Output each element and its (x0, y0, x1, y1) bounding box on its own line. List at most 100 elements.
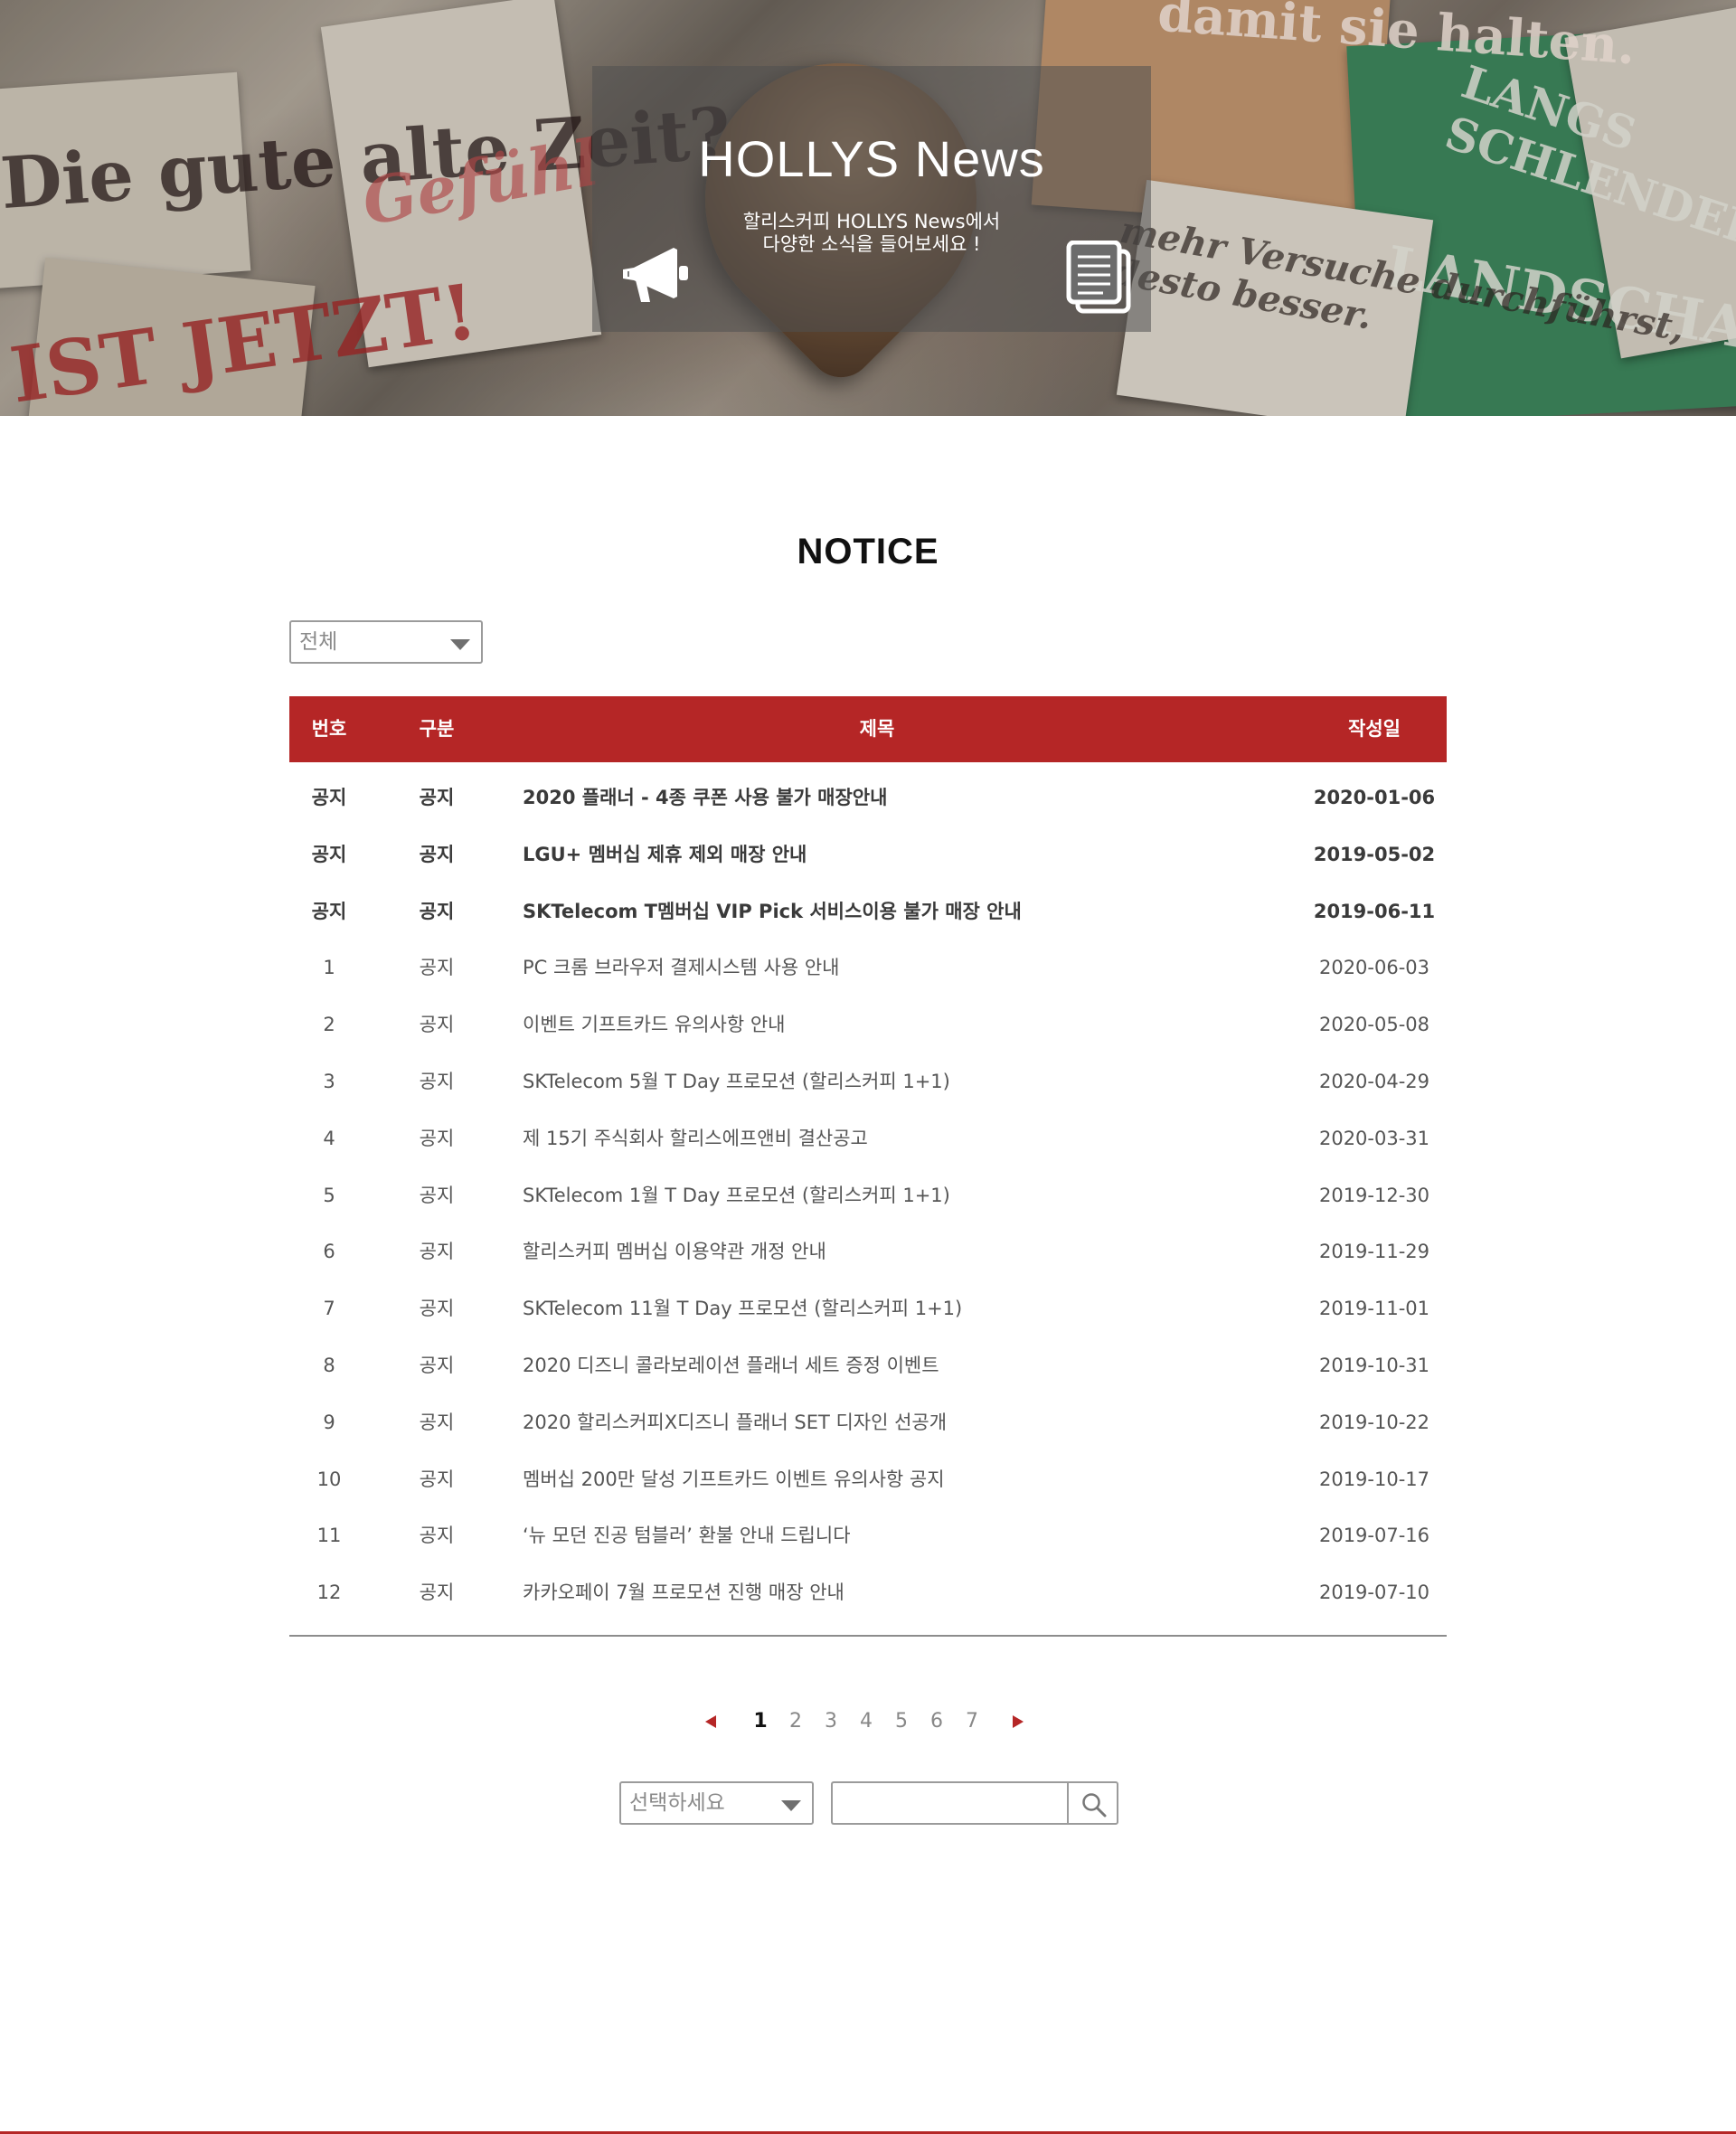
table-row[interactable]: 9 공지 2020 할리스커피X디즈니 플래너 SET 디자인 선공개 2019-10… (289, 1394, 1447, 1451)
row-date: 2019-10-17 (1318, 1468, 1430, 1490)
table-row[interactable]: 11 공지 ‘뉴 모던 진공 텀블러’ 환불 안내 드립니다 2019-07-16 (289, 1507, 1447, 1564)
row-category: 공지 (419, 1014, 455, 1036)
page-link[interactable]: 2 (784, 1709, 807, 1734)
table-row[interactable]: 1 공지 PC 크롬 브라우저 결제시스템 사용 안내 2020-06-03 (289, 940, 1447, 996)
column-header-date: 작성일 (1348, 718, 1401, 740)
row-category: 공지 (419, 1127, 455, 1149)
search-button[interactable] (1067, 1781, 1118, 1825)
table-row[interactable]: 12 공지 카카오페이 7월 프로모션 진행 매장 안내 2019-07-10 (289, 1564, 1447, 1621)
row-number: 3 (323, 1070, 335, 1092)
row-title-link[interactable]: SKTelecom 11월 T Day 프로모션 (할리스커피 1+1) (523, 1280, 962, 1337)
triangle-right-icon[interactable] (1013, 1715, 1024, 1728)
row-title-link[interactable]: 2020 디즈니 콜라보레이션 플래너 세트 증정 이벤트 (523, 1337, 939, 1394)
row-category: 공지 (419, 900, 455, 922)
row-date: 2019-10-31 (1318, 1354, 1430, 1376)
row-date: 2020-05-08 (1318, 1014, 1430, 1036)
row-date: 2020-01-06 (1313, 787, 1436, 808)
row-date: 2019-11-29 (1318, 1241, 1430, 1263)
table-row[interactable]: 10 공지 멤버십 200만 달성 기프트카드 이벤트 유의사항 공지 2019-10… (289, 1451, 1447, 1508)
row-category: 공지 (419, 843, 455, 865)
row-date: 2019-05-02 (1313, 843, 1436, 865)
table-row[interactable]: 5 공지 SKTelecom 1월 T Day 프로모션 (할리스커피 1+1) 20… (289, 1167, 1447, 1224)
page-link[interactable]: 6 (925, 1709, 948, 1734)
table-row[interactable]: 7 공지 SKTelecom 11월 T Day 프로모션 (할리스커피 1+1) 2… (289, 1280, 1447, 1337)
column-header-title: 제목 (859, 718, 895, 740)
row-category: 공지 (419, 1525, 455, 1547)
row-number: 4 (323, 1127, 335, 1149)
pinned-notice-row[interactable]: 공지 공지 2020 플래너 - 4종 쿠폰 사용 불가 매장안내 2020-01-0… (289, 770, 1447, 826)
row-date: 2019-07-16 (1318, 1525, 1430, 1547)
row-category: 공지 (419, 1354, 455, 1376)
page-link[interactable]: 1 (749, 1709, 772, 1734)
row-title-link[interactable]: 할리스커피 멤버십 이용약관 개정 안내 (523, 1223, 826, 1280)
hero-banner: Die gute alte Zeit? IST JETZT! Gefühl da… (0, 0, 1736, 416)
row-category: 공지 (419, 1411, 455, 1433)
magnifier-icon (1082, 1793, 1107, 1818)
search-select-placeholder: 선택하세요 (629, 1791, 725, 1815)
row-number: 5 (323, 1184, 335, 1206)
row-number: 10 (316, 1468, 342, 1490)
row-category: 공지 (419, 1298, 455, 1320)
row-date: 2019-12-30 (1318, 1184, 1430, 1206)
megaphone-icon (619, 242, 692, 307)
row-date: 2019-06-11 (1313, 900, 1436, 922)
pinned-notice-row[interactable]: 공지 공지 SKTelecom T멤버십 VIP Pick 서비스이용 불가 매장 … (289, 883, 1447, 940)
filter-selected-value: 전체 (299, 630, 338, 654)
page-link[interactable]: 7 (960, 1709, 984, 1734)
table-row[interactable]: 4 공지 제 15기 주식회사 할리스에프앤비 결산공고 2020-03-31 (289, 1110, 1447, 1167)
table-header: 번호 구분 제목 작성일 (289, 696, 1447, 762)
search-type-select[interactable]: 선택하세요 (619, 1781, 814, 1825)
row-title-link[interactable]: LGU+ 멤버십 제휴 제외 매장 안내 (523, 826, 807, 883)
row-category: 공지 (419, 787, 455, 808)
row-title-link[interactable]: SKTelecom 5월 T Day 프로모션 (할리스커피 1+1) (523, 1053, 950, 1110)
table-row[interactable]: 6 공지 할리스커피 멤버십 이용약관 개정 안내 2019-11-29 (289, 1223, 1447, 1280)
row-date: 2019-07-10 (1318, 1582, 1430, 1604)
column-header-category: 구분 (419, 718, 455, 740)
row-number: 공지 (311, 843, 347, 865)
row-title-link[interactable]: ‘뉴 모던 진공 텀블러’ 환불 안내 드립니다 (523, 1507, 851, 1564)
row-title-link[interactable]: 제 15기 주식회사 할리스에프앤비 결산공고 (523, 1110, 868, 1167)
row-title-link[interactable]: PC 크롬 브라우저 결제시스템 사용 안내 (523, 940, 840, 996)
row-number: 9 (323, 1411, 335, 1433)
table-row[interactable]: 3 공지 SKTelecom 5월 T Day 프로모션 (할리스커피 1+1) 20… (289, 1053, 1447, 1110)
row-title-link[interactable]: 카카오페이 7월 프로모션 진행 매장 안내 (523, 1564, 844, 1621)
row-number: 8 (323, 1354, 335, 1376)
hero-title: HOLLYS News (698, 130, 1045, 187)
table-row[interactable]: 8 공지 2020 디즈니 콜라보레이션 플래너 세트 증정 이벤트 2019-10-… (289, 1337, 1447, 1394)
search-input[interactable] (831, 1781, 1068, 1825)
row-date: 2020-06-03 (1318, 957, 1430, 979)
row-number: 7 (323, 1298, 335, 1320)
document-icon (1065, 240, 1136, 315)
row-date: 2019-11-01 (1318, 1298, 1430, 1320)
row-category: 공지 (419, 1184, 455, 1206)
row-category: 공지 (419, 1070, 455, 1092)
pagination: 1 2 3 4 5 6 7 (0, 1709, 1736, 1736)
row-title-link[interactable]: SKTelecom T멤버십 VIP Pick 서비스이용 불가 매장 안내 (523, 883, 1022, 940)
row-title-link[interactable]: 멤버십 200만 달성 기프트카드 이벤트 유의사항 공지 (523, 1451, 945, 1508)
row-date: 2020-03-31 (1318, 1127, 1430, 1149)
pinned-notice-row[interactable]: 공지 공지 LGU+ 멤버십 제휴 제외 매장 안내 2019-05-02 (289, 826, 1447, 883)
row-date: 2020-04-29 (1318, 1070, 1430, 1092)
page-title: NOTICE (797, 532, 939, 571)
triangle-left-icon[interactable] (705, 1715, 716, 1728)
page-link[interactable]: 3 (819, 1709, 843, 1734)
page-link[interactable]: 5 (890, 1709, 913, 1734)
table-bottom-divider (289, 1635, 1447, 1637)
row-title-link[interactable]: 2020 할리스커피X디즈니 플래너 SET 디자인 선공개 (523, 1394, 947, 1451)
table-row[interactable]: 2 공지 이벤트 기프트카드 유의사항 안내 2020-05-08 (289, 996, 1447, 1053)
page-link[interactable]: 4 (854, 1709, 878, 1734)
row-number: 11 (316, 1525, 342, 1547)
row-number: 1 (323, 957, 335, 979)
row-category: 공지 (419, 1468, 455, 1490)
row-title-link[interactable]: 이벤트 기프트카드 유의사항 안내 (523, 996, 786, 1053)
chevron-down-icon (450, 639, 470, 650)
row-category: 공지 (419, 1241, 455, 1263)
row-title-link[interactable]: SKTelecom 1월 T Day 프로모션 (할리스커피 1+1) (523, 1167, 950, 1224)
column-header-num: 번호 (311, 718, 347, 740)
hero-overlay-box: HOLLYS News 할리스커피 HOLLYS News에서 다양한 소식을 … (592, 66, 1151, 332)
row-category: 공지 (419, 1582, 455, 1604)
category-filter-select[interactable]: 전체 (289, 620, 483, 664)
row-title-link[interactable]: 2020 플래너 - 4종 쿠폰 사용 불가 매장안내 (523, 770, 887, 826)
row-number: 6 (323, 1241, 335, 1263)
row-number: 2 (323, 1014, 335, 1036)
